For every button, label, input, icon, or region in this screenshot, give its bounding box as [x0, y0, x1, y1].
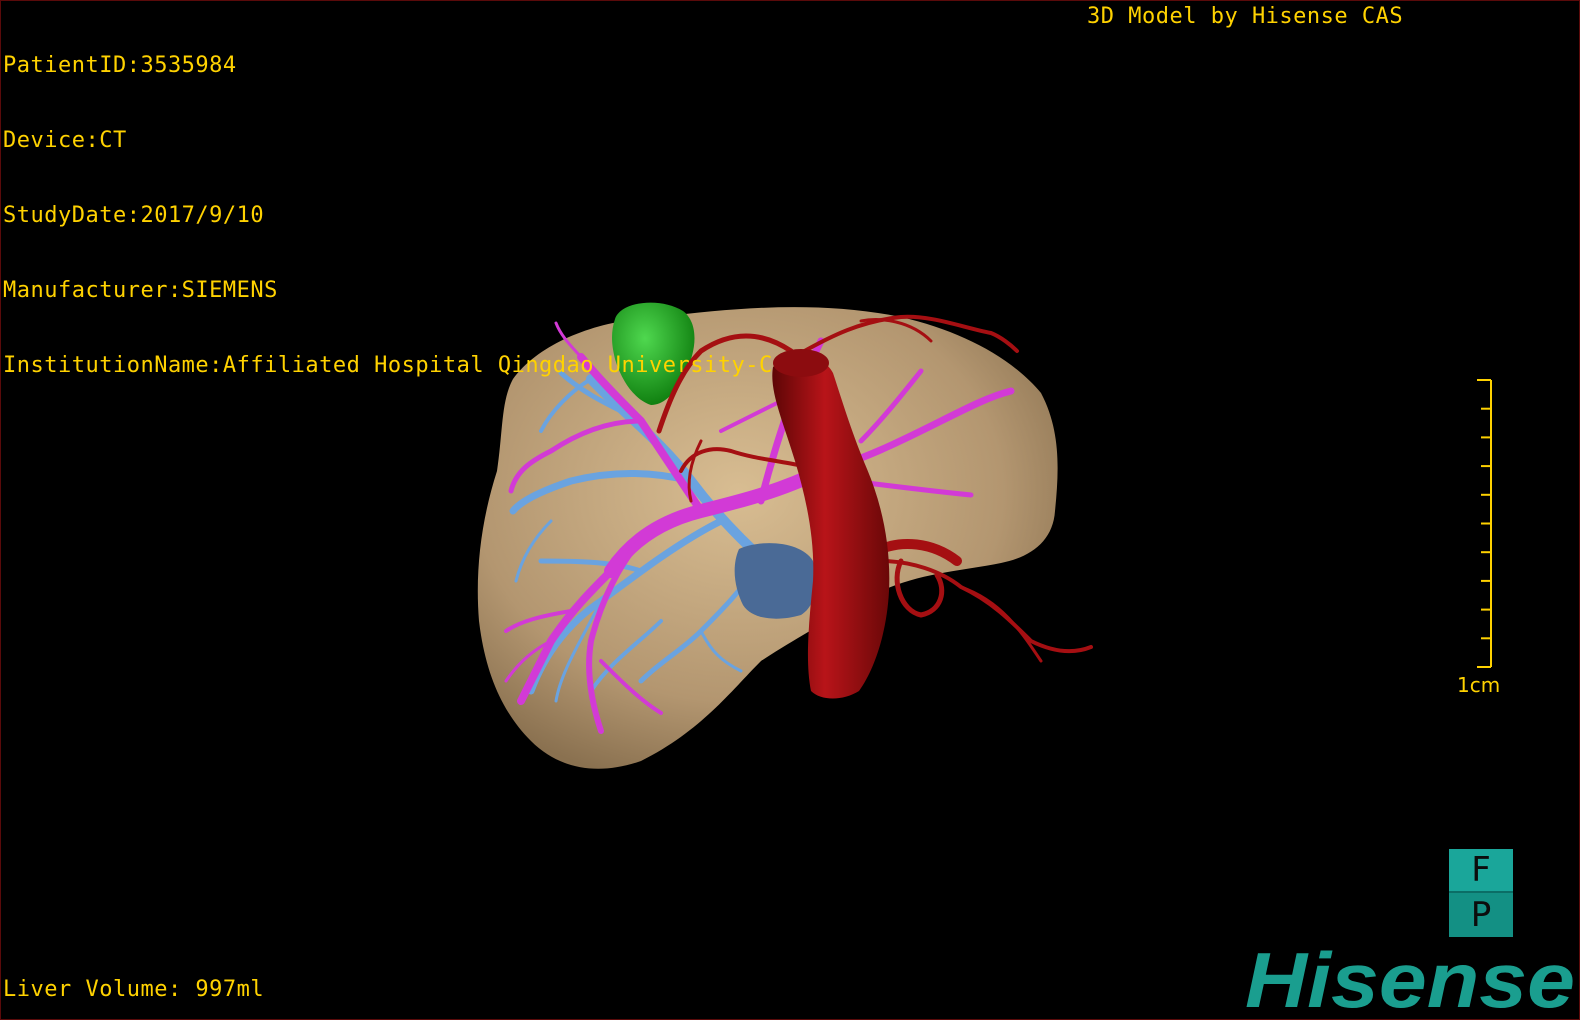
orientation-cube[interactable]: F P: [1449, 849, 1513, 937]
device-label: Device:CT: [3, 128, 127, 153]
aorta-top: [773, 349, 829, 377]
manufacturer-label: Manufacturer:SIEMENS: [3, 278, 278, 303]
scale-label: 1cm: [1457, 673, 1501, 697]
inferior-vena-cava: [734, 543, 817, 619]
study-date-label: StudyDate:2017/9/10: [3, 203, 265, 228]
orientation-face-front[interactable]: F: [1449, 849, 1513, 893]
3d-viewport[interactable]: PatientID:3535984 Device:CT StudyDate:20…: [0, 0, 1580, 1020]
patient-id-label: PatientID:3535984: [3, 53, 237, 78]
vendor-caption: 3D Model by Hisense CAS: [1087, 4, 1404, 29]
scale-bar: [1477, 379, 1492, 668]
institution-label: InstitutionName:Affiliated Hospital Qing…: [3, 353, 773, 378]
hisense-logo: Hisense: [1245, 939, 1575, 1019]
liver-volume-readout: Liver Volume: 997ml: [3, 977, 265, 1002]
brand-wordmark: Hisense: [1245, 939, 1575, 1019]
dicom-info-block: PatientID:3535984 Device:CT StudyDate:20…: [3, 3, 773, 428]
orientation-face-posterior[interactable]: P: [1449, 893, 1513, 937]
